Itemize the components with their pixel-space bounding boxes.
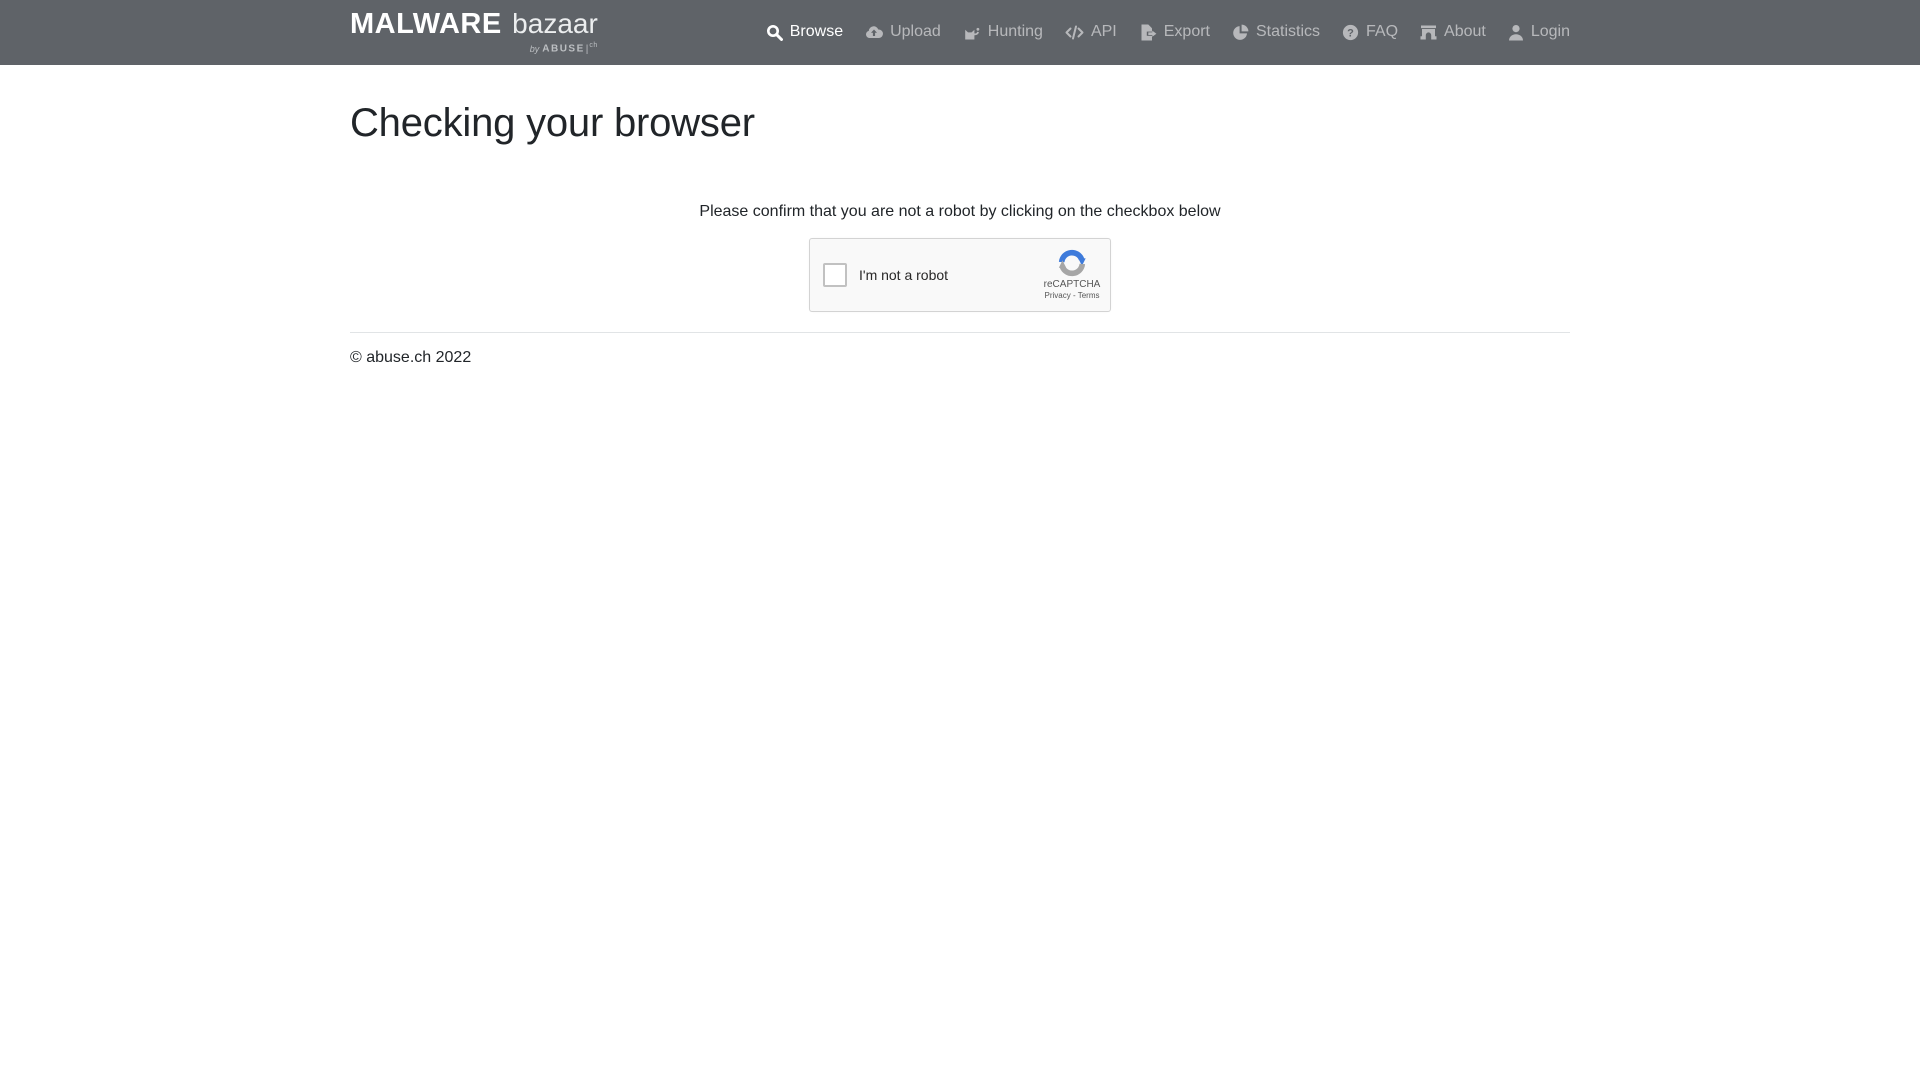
- archway-icon: [1420, 24, 1437, 41]
- brand-byline: byABUSE|ch: [350, 42, 598, 54]
- nav-item-login[interactable]: Login: [1497, 23, 1570, 41]
- svg-text:?: ?: [1347, 27, 1354, 39]
- brand-title-light: bazaar: [512, 8, 598, 39]
- nav-item-hunting[interactable]: Hunting: [952, 23, 1054, 41]
- recaptcha-logo-icon: [1043, 248, 1101, 278]
- recaptcha-checkbox[interactable]: [823, 263, 847, 287]
- main-nav: Browse Upload Hunting API: [755, 23, 1570, 41]
- page-title: Checking your browser: [350, 101, 1570, 146]
- footer-divider: [350, 332, 1570, 333]
- recaptcha-link-separator: -: [1073, 291, 1076, 300]
- top-navbar: MALWARE bazaar byABUSE|ch Browse Upload: [0, 0, 1920, 65]
- brand-title: MALWARE bazaar: [350, 10, 598, 39]
- cloud-upload-icon: [865, 24, 883, 40]
- nav-item-upload[interactable]: Upload: [854, 23, 952, 41]
- nav-item-about[interactable]: About: [1409, 23, 1497, 41]
- question-circle-icon: ?: [1342, 24, 1359, 41]
- pie-chart-icon: [1232, 24, 1249, 41]
- recaptcha-label: I'm not a robot: [859, 267, 948, 283]
- recaptcha-links: Privacy - Terms: [1043, 291, 1101, 301]
- main-content: Checking your browser Please confirm tha…: [350, 101, 1570, 367]
- recaptcha-widget: I'm not a robot reCAPTCHA Privacy - Term…: [809, 238, 1111, 312]
- nav-item-statistics[interactable]: Statistics: [1221, 23, 1331, 41]
- cat-icon: [963, 24, 981, 41]
- captcha-instruction: Please confirm that you are not a robot …: [350, 203, 1570, 221]
- brand-title-bold: MALWARE: [350, 8, 502, 40]
- nav-item-api[interactable]: API: [1054, 23, 1128, 41]
- search-icon: [766, 24, 783, 41]
- nav-item-browse[interactable]: Browse: [755, 23, 854, 41]
- code-icon: [1065, 25, 1084, 40]
- file-export-icon: [1139, 24, 1157, 41]
- brand-logo[interactable]: MALWARE bazaar byABUSE|ch: [350, 10, 598, 54]
- recaptcha-brand-text: reCAPTCHA: [1043, 279, 1101, 291]
- nav-item-export[interactable]: Export: [1128, 23, 1221, 41]
- recaptcha-privacy-link[interactable]: Privacy: [1045, 291, 1071, 300]
- user-icon: [1508, 24, 1524, 41]
- footer-copyright: © abuse.ch 2022: [350, 349, 1570, 367]
- nav-item-faq[interactable]: ? FAQ: [1331, 23, 1409, 41]
- recaptcha-terms-link[interactable]: Terms: [1078, 291, 1100, 300]
- recaptcha-branding: reCAPTCHA Privacy - Terms: [1043, 248, 1101, 301]
